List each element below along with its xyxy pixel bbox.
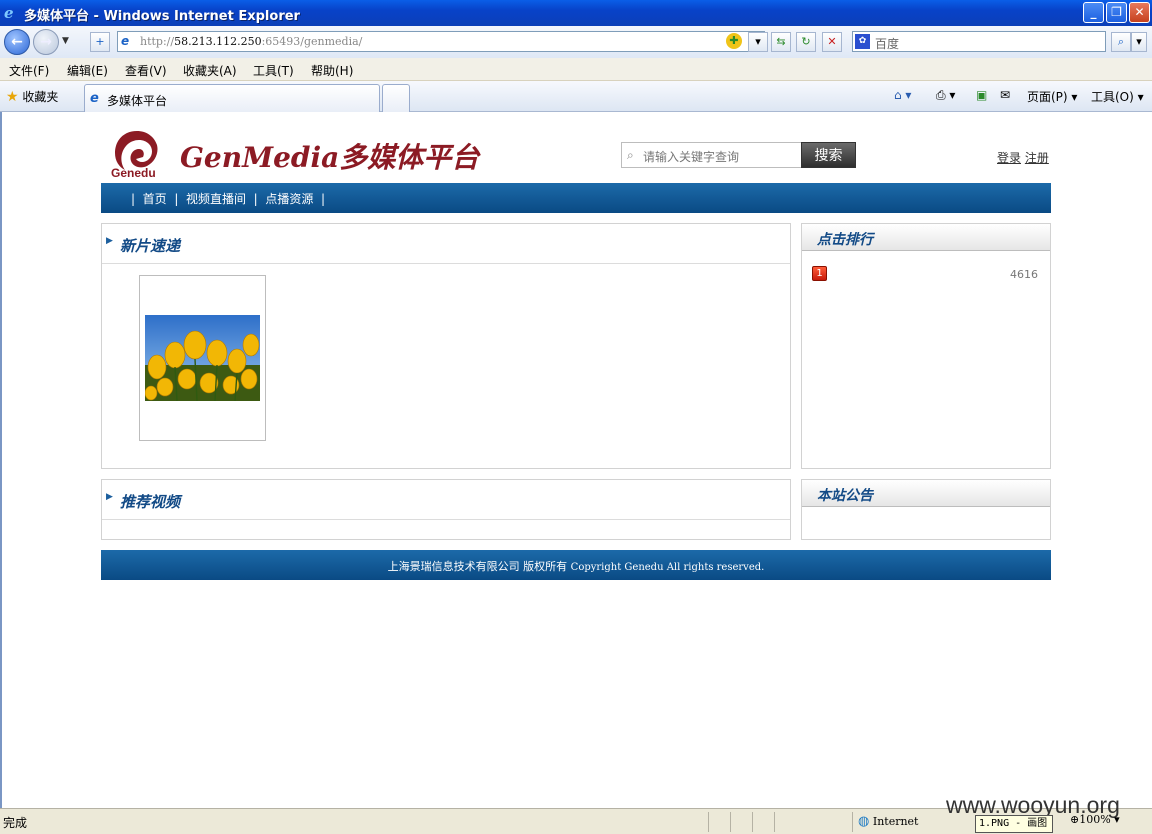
site-search-input[interactable]: ⌕ 请输入关键字查询 [621,142,803,168]
tab-active[interactable]: e 多媒体平台 [84,84,380,112]
status-separator [730,812,731,832]
close-button[interactable]: ✕ [1129,2,1150,23]
mail-icon[interactable]: ✉ [1000,88,1010,102]
taskbar-popup[interactable]: 1.PNG - 画图 [975,815,1053,833]
window-title: 多媒体平台 - Windows Internet Explorer [24,9,300,24]
arrow-right-icon: ▶ [106,492,113,502]
brand-title: GenMedia多媒体平台 [180,141,480,174]
nav-vod[interactable]: 点播资源 [265,192,313,206]
refresh-icon[interactable]: ↻ [796,32,816,52]
logo-wordmark: Genedu [111,166,156,180]
menu-file[interactable]: 文件(F) [9,62,49,79]
footer-copyright: 上海景瑞信息技术有限公司 版权所有 Copyright Genedu All r… [387,560,765,573]
nav-live[interactable]: 视频直播间 [186,192,246,206]
ranking-panel-header: 点击排行 [802,224,1050,251]
news-panel-title: 新片速递 [120,237,181,255]
tab-page-icon: e [90,91,99,106]
ranking-panel: 点击排行 [801,223,1051,469]
recommend-panel: ▶ 推荐视频 [101,479,791,540]
site-search-button[interactable]: 搜索 [801,142,856,168]
menu-help[interactable]: 帮助(H) [311,62,353,79]
ranking-panel-title: 点击排行 [817,232,873,248]
recommend-panel-header: ▶ 推荐视频 [102,480,790,520]
notice-panel-header: 本站公告 [802,480,1050,507]
home-icon[interactable]: ⌂ ▾ [894,88,911,102]
add-tab-icon[interactable]: + [90,32,110,52]
site-search-placeholder: 请输入关键字查询 [643,150,740,164]
menu-favorites[interactable]: 收藏夹(A) [183,62,237,79]
menu-tools[interactable]: 工具(T) [253,62,294,79]
favorites-button[interactable]: ★ 收藏夹 [6,88,58,105]
minimize-button[interactable]: _ [1083,2,1104,23]
search-options-icon[interactable]: ▾ [1131,32,1147,52]
star-icon: ★ [6,89,19,105]
window-title-bar: e 多媒体平台 - Windows Internet Explorer _ ❐ … [0,0,1152,26]
zoom-icon: ⊕ [1070,813,1080,826]
feeds-icon[interactable]: ▣ [976,88,987,102]
restore-button[interactable]: ❐ [1106,2,1127,23]
status-text: 完成 [3,816,28,830]
history-dropdown-icon[interactable]: ▼ [62,36,69,46]
new-tab-button[interactable] [382,84,410,112]
nav-home[interactable]: 首页 [143,192,167,206]
rank-click-count: 4616 [1010,268,1038,281]
status-separator [774,812,775,832]
news-panel-header: ▶ 新片速递 [102,224,790,264]
notice-panel-title: 本站公告 [817,488,873,504]
site-nav: | 首页 | 视频直播间 | 点播资源 | [101,183,1051,213]
rank-badge: 1 [812,266,827,281]
stop-icon[interactable]: ✕ [822,32,842,52]
page-menu[interactable]: 页面(P) ▾ [1027,88,1077,105]
menu-edit[interactable]: 编辑(E) [67,62,108,79]
search-placeholder: 百度 [875,37,900,51]
arrow-right-icon: ▶ [106,236,113,246]
account-links: 登录 注册 [997,149,1049,166]
recommend-panel-title: 推荐视频 [120,493,181,511]
rss-compat-icon[interactable]: ⇆ [771,32,791,52]
tools-menu[interactable]: 工具(O) ▾ [1091,88,1144,105]
compatibility-icon[interactable]: ✚ [726,33,742,49]
forward-button[interactable]: → [33,29,59,55]
favorites-bar: ★ 收藏夹 e 多媒体平台 ⌂ ▾ ⎙ ▾ ▣ ✉ 页面(P) ▾ 工具(O) … [0,81,1152,112]
status-separator [708,812,709,832]
baidu-paw-icon: ✿ [855,34,870,49]
print-icon[interactable]: ⎙ ▾ [936,88,955,103]
address-url[interactable]: http://58.213.112.250:65493/genmedia/ [140,35,362,48]
status-separator [852,812,853,832]
tulip-thumbnail-image[interactable] [145,315,260,401]
ie-logo-icon: e [4,4,14,22]
tab-title: 多媒体平台 [107,94,168,108]
register-link[interactable]: 注册 [1025,151,1049,165]
menu-view[interactable]: 查看(V) [125,62,167,79]
notice-panel: 本站公告 [801,479,1051,540]
menu-bar: 文件(F) 编辑(E) 查看(V) 收藏夹(A) 工具(T) 帮助(H) [0,58,1152,81]
site-footer: 上海景瑞信息技术有限公司 版权所有 Copyright Genedu All r… [101,550,1051,580]
search-icon: ⌕ [627,148,634,162]
login-link[interactable]: 登录 [997,151,1021,165]
address-dropdown-icon[interactable]: ▾ [748,32,768,52]
browser-search-box[interactable]: ✿ 百度 [852,31,1106,52]
zoom-level[interactable]: ⊕100% ▾ [1070,813,1120,826]
address-toolbar: ← → ▼ + e http://58.213.112.250:65493/ge… [0,26,1152,58]
page-icon: e [121,34,130,48]
globe-icon: ◍ [858,814,870,829]
status-separator [752,812,753,832]
search-go-icon[interactable]: ⌕ [1111,32,1131,52]
address-bar[interactable]: e http://58.213.112.250:65493/genmedia/ … [117,31,765,52]
back-button[interactable]: ← [4,29,30,55]
nav-links: | 首页 | 视频直播间 | 点播资源 | [131,192,326,206]
security-zone[interactable]: ◍ Internet [858,814,918,829]
